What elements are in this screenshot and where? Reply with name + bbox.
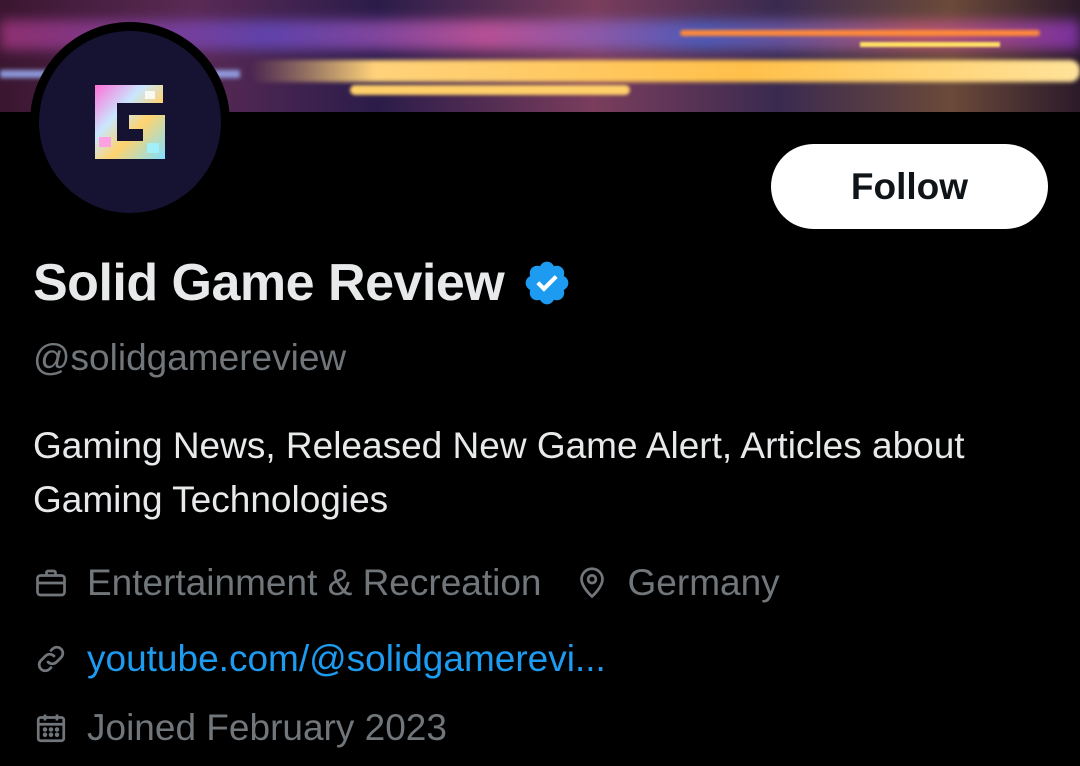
banner-light-trail (250, 60, 1080, 82)
user-handle: @solidgamereview (33, 337, 347, 378)
profile-meta-row: Joined February 2023 (33, 707, 447, 749)
display-name-row: Solid Game Review (33, 253, 572, 313)
location-pin-icon (579, 567, 604, 599)
banner-streak (860, 42, 1000, 47)
profile-location: Germany (627, 562, 780, 603)
verified-badge-icon[interactable] (522, 258, 572, 308)
display-name: Solid Game Review (33, 254, 505, 312)
profile-joined-date: Joined February 2023 (87, 707, 447, 748)
logo-g-icon (95, 85, 165, 159)
link-icon (37, 645, 65, 673)
profile-category: Entertainment & Recreation (87, 562, 542, 603)
profile-bio: Gaming News, Released New Game Alert, Ar… (33, 425, 965, 520)
banner-streak (680, 30, 1040, 36)
profile-meta-row: youtube.com/@solidgamerevi... (33, 638, 606, 680)
profile-website-link[interactable]: youtube.com/@solidgamerevi... (87, 638, 606, 680)
calendar-icon (36, 714, 66, 743)
avatar-image (39, 31, 221, 213)
follow-button[interactable]: Follow (771, 144, 1048, 229)
briefcase-icon (36, 569, 66, 597)
avatar[interactable] (30, 22, 230, 222)
profile-meta-row: Entertainment & Recreation Germany (33, 562, 780, 604)
profile-page: Follow Solid Game Review @solidgamerevie… (0, 0, 1080, 766)
banner-light-trail (350, 85, 630, 95)
